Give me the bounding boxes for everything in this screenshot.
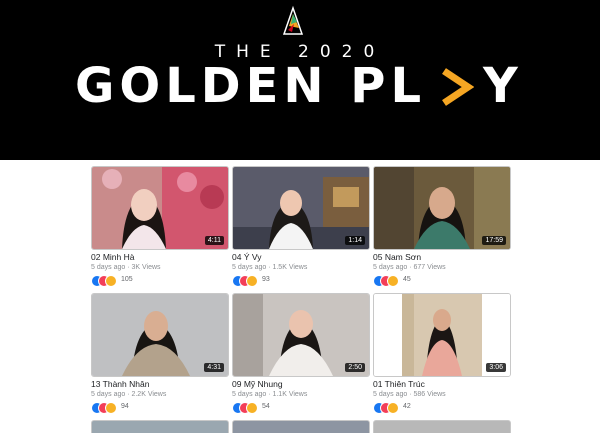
reaction-count: 93 bbox=[262, 276, 270, 283]
video-thumbnail[interactable]: 4:31 bbox=[91, 293, 229, 377]
video-title[interactable]: 02 Minh Hà bbox=[91, 252, 134, 262]
haha-icon bbox=[105, 275, 117, 287]
reaction-count: 94 bbox=[121, 403, 129, 410]
reaction-count: 42 bbox=[403, 403, 411, 410]
video-meta: 5 days ago · 3K Views bbox=[91, 264, 161, 271]
haha-icon bbox=[105, 402, 117, 414]
haha-icon bbox=[387, 402, 399, 414]
play-arrow-icon bbox=[440, 65, 475, 109]
duration-badge: 3:06 bbox=[486, 363, 506, 372]
haha-icon bbox=[246, 402, 258, 414]
video-title[interactable]: 13 Thành Nhân bbox=[91, 379, 149, 389]
video-thumbnail-partial[interactable] bbox=[91, 420, 229, 433]
haha-icon bbox=[387, 275, 399, 287]
video-thumbnail[interactable]: 4:11 bbox=[91, 166, 229, 250]
banner-title-part1: GOLDEN PL bbox=[75, 58, 427, 114]
duration-badge: 4:31 bbox=[204, 363, 224, 372]
reaction-count: 105 bbox=[121, 276, 133, 283]
video-thumbnail[interactable]: 1:14 bbox=[232, 166, 370, 250]
video-thumbnail-partial[interactable] bbox=[232, 420, 370, 433]
video-thumbnail-partial[interactable] bbox=[373, 420, 511, 433]
golden-leaf-logo-icon bbox=[280, 4, 306, 38]
haha-icon bbox=[246, 275, 258, 287]
video-title[interactable]: 04 Ý Vy bbox=[232, 252, 261, 262]
video-meta: 5 days ago · 677 Views bbox=[373, 264, 446, 271]
video-title[interactable]: 09 Mỹ Nhung bbox=[232, 379, 283, 389]
video-meta: 5 days ago · 1.1K Views bbox=[232, 391, 308, 398]
video-thumbnail[interactable]: 17:59 bbox=[373, 166, 511, 250]
video-thumbnail[interactable]: 2:50 bbox=[232, 293, 370, 377]
duration-badge: 17:59 bbox=[482, 236, 506, 245]
video-title[interactable]: 05 Nam Sơn bbox=[373, 252, 421, 262]
video-thumbnail[interactable]: 3:06 bbox=[373, 293, 511, 377]
video-meta: 5 days ago · 586 Views bbox=[373, 391, 446, 398]
video-title[interactable]: 01 Thiên Trúc bbox=[373, 379, 425, 389]
reaction-count: 45 bbox=[403, 276, 411, 283]
duration-badge: 4:11 bbox=[204, 236, 224, 245]
duration-badge: 1:14 bbox=[345, 236, 365, 245]
video-meta: 5 days ago · 2.2K Views bbox=[91, 391, 167, 398]
hero-banner: THE 2020 GOLDEN PL Y bbox=[0, 0, 600, 160]
video-meta: 5 days ago · 1.5K Views bbox=[232, 264, 308, 271]
reaction-count: 54 bbox=[262, 403, 270, 410]
duration-badge: 2:50 bbox=[345, 363, 365, 372]
banner-title-part2: Y bbox=[483, 58, 523, 114]
